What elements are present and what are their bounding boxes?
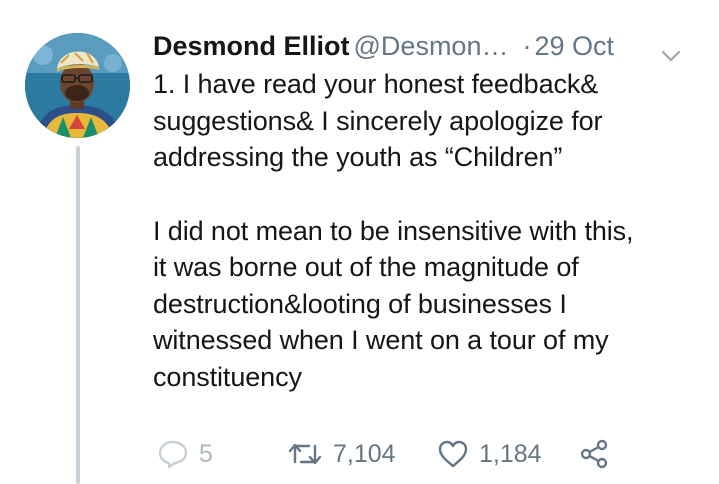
tweet-text-line: I did not mean to be insensitive with th… [153,215,634,246]
share-icon [578,439,610,469]
reply-icon [157,439,189,469]
retweet-button[interactable]: 7,104 [287,434,396,474]
tweet[interactable]: Desmond Elliot @Desmon… · 29 Oct 1. I have … [0,0,719,484]
tweet-date[interactable]: 29 Oct [534,31,614,61]
tweet-text-line: it was borne out of the magnitude of [153,252,579,282]
tweet-text-line: 1. I have read your honest feedback& [153,69,599,99]
share-button[interactable] [578,434,610,474]
thread-connector-line [76,146,80,484]
tweet-text-line: suggestions& I sincerely apologize for [153,105,603,136]
tweet-text-line: constituency [153,361,302,392]
heart-icon [437,439,469,469]
tweet-text: 1. I have read your honest feedback& sug… [153,66,703,395]
reply-button[interactable]: 5 [157,434,213,474]
tweet-text-line: witnessed when I went on a tour of my [153,325,609,355]
reply-count: 5 [199,440,213,468]
separator-dot: · [522,31,532,61]
author-display-name[interactable]: Desmond Elliot [153,31,350,61]
retweet-icon [287,440,323,468]
tweet-actions: 5 7,104 1,184 [153,434,653,474]
chevron-down-icon[interactable] [661,36,681,62]
like-button[interactable]: 1,184 [437,434,542,474]
like-count: 1,184 [479,440,542,468]
tweet-header: Desmond Elliot @Desmon… · 29 Oct [153,28,703,64]
avatar[interactable] [25,33,130,138]
tweet-text-line: addressing the youth as “Children” [153,142,563,172]
retweet-count: 7,104 [333,440,396,468]
profile-photo [25,33,130,138]
tweet-text-line: destruction&looting of businesses I [153,288,567,319]
author-handle[interactable]: @Desmon… [354,31,509,61]
tweet-content: Desmond Elliot @Desmon… · 29 Oct 1. I have … [153,28,703,395]
